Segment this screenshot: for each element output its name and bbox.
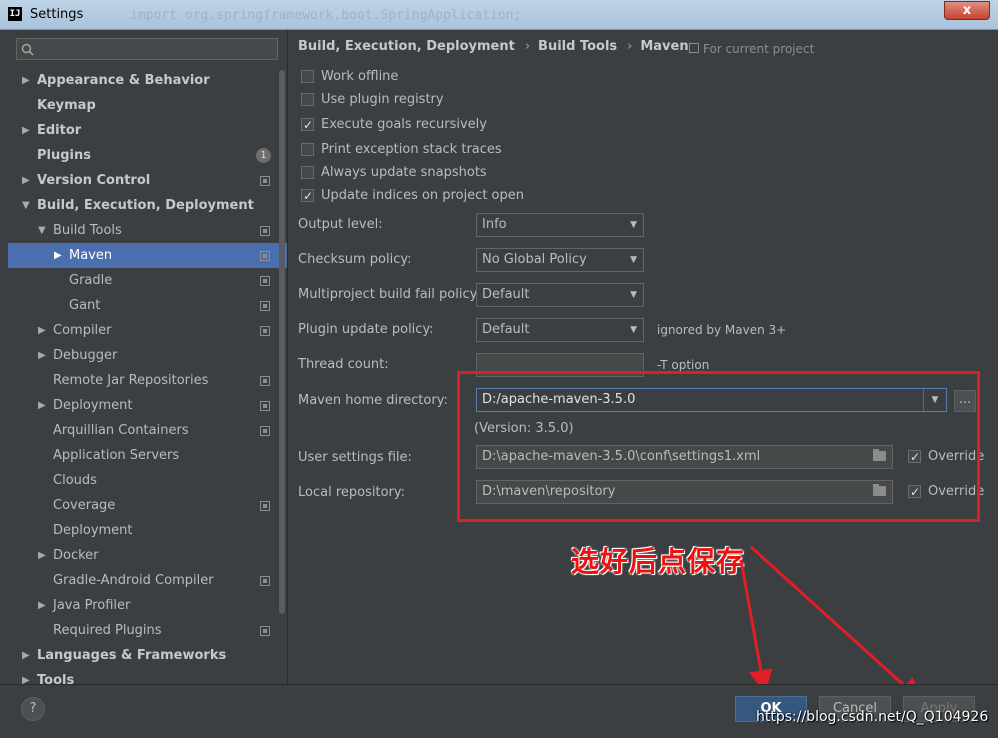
- arrow-to-ok: [739, 559, 773, 694]
- help-button[interactable]: ?: [21, 697, 45, 721]
- arrow-to-apply: [749, 545, 923, 703]
- watermark-text: https://blog.csdn.net/Q_Q104926: [756, 709, 989, 725]
- annotation-arrows: [739, 545, 923, 703]
